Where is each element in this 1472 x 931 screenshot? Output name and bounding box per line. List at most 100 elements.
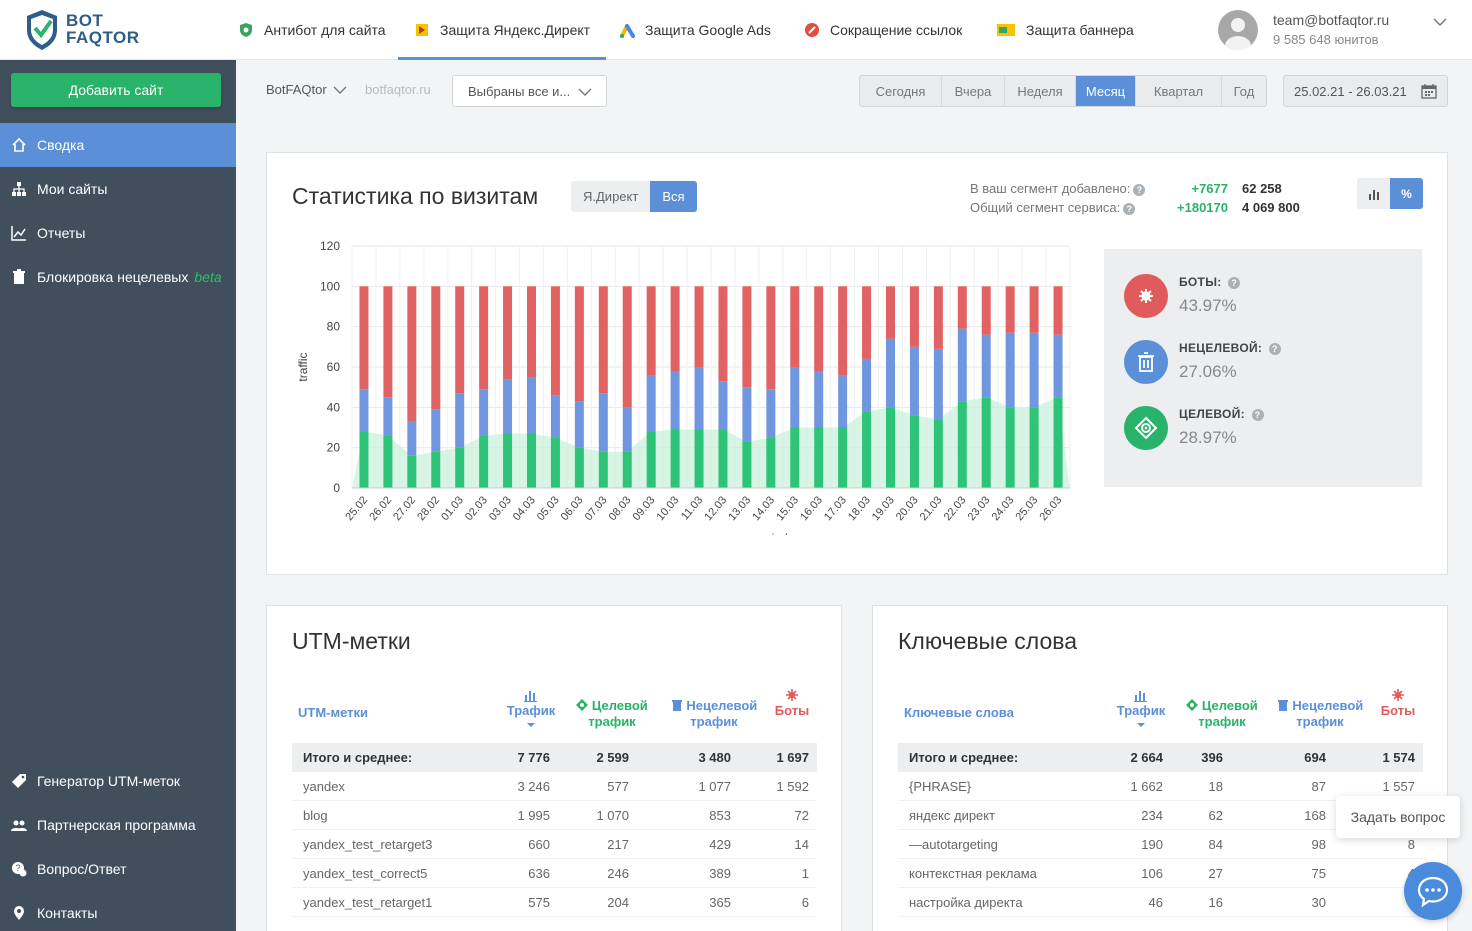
kw-col-nontarget-label: Нецелевой трафик xyxy=(1292,698,1364,729)
date-range-value: 25.02.21 - 26.03.21 xyxy=(1294,83,1407,99)
source-tab-all[interactable]: Вся xyxy=(650,181,697,212)
sidebar-item-label: Генератор UTM-меток xyxy=(37,773,181,789)
bar-segment xyxy=(407,455,417,488)
x-tick-label: 25.02 xyxy=(343,494,370,523)
sort-down-icon xyxy=(527,723,535,727)
sitemap-icon xyxy=(11,181,27,197)
date-range-picker[interactable]: 25.02.21 - 26.03.21 xyxy=(1283,75,1448,107)
help-icon[interactable]: ? xyxy=(1268,342,1281,355)
user-units: 9 585 648 юнитов xyxy=(1273,32,1379,47)
keywords-title: Ключевые слова xyxy=(898,628,1077,654)
domain-label[interactable]: botfaqtor.ru xyxy=(365,82,431,97)
shield-logo-icon xyxy=(27,10,57,50)
bar-segment xyxy=(1029,332,1039,408)
add-site-button[interactable]: Добавить сайт xyxy=(11,73,221,107)
bar-segment xyxy=(1053,334,1063,398)
nav-banner[interactable]: Защита баннера xyxy=(996,0,1134,60)
nav-shortlinks[interactable]: Сокращение ссылок xyxy=(804,0,962,60)
segment-totals: 62 258 4 069 800 xyxy=(1242,179,1300,217)
chevron-down-icon[interactable] xyxy=(1432,14,1448,30)
help-icon[interactable]: ? xyxy=(1251,408,1264,421)
kw-col-name[interactable]: Ключевые слова xyxy=(904,705,1014,721)
bar-segment xyxy=(574,286,584,402)
help-icon[interactable]: ? xyxy=(1123,202,1136,215)
x-tick-label: 27.02 xyxy=(391,494,418,523)
sidebar-item-my-sites[interactable]: Мои сайты xyxy=(0,167,236,211)
period-year[interactable]: Год xyxy=(1222,76,1266,106)
mode-percent-button[interactable]: % xyxy=(1390,178,1423,209)
utm-col-nontarget[interactable]: Нецелевой трафик xyxy=(666,698,762,730)
row-value: 6 xyxy=(801,895,809,910)
period-week[interactable]: Неделя xyxy=(1005,76,1076,106)
bar-segment xyxy=(622,451,632,488)
kw-col-target[interactable]: Целевой трафик xyxy=(1180,698,1264,730)
period-today[interactable]: Сегодня xyxy=(860,76,942,106)
user-email[interactable]: team@botfaqtor.ru xyxy=(1273,12,1389,28)
x-tick-label: 17.03 xyxy=(822,494,849,523)
bar-segment xyxy=(550,286,560,396)
utm-col-traffic[interactable]: Трафик xyxy=(504,688,558,729)
source-toggle: Я.Директ Вся xyxy=(571,181,697,212)
bar-segment xyxy=(790,286,800,367)
sidebar-item-faq[interactable]: ? Вопрос/Ответ xyxy=(0,847,236,891)
x-tick-label: 11.03 xyxy=(679,494,705,522)
period-yesterday[interactable]: Вчера xyxy=(942,76,1005,106)
sidebar-item-reports[interactable]: Отчеты xyxy=(0,211,236,255)
target-circle xyxy=(1124,406,1168,450)
row-label: yandex_test_retarget3 xyxy=(303,837,433,852)
row-label: настройка директа xyxy=(909,895,1023,910)
bar-segment xyxy=(694,286,704,367)
row-value: 204 xyxy=(607,895,629,910)
legend-panel: БОТЫ: ? 43.97% НЕЦЕЛЕВОЙ: ? 27.06% ЦЕЛЕВ… xyxy=(1104,249,1422,487)
bar-segment xyxy=(359,431,369,488)
google-ads-icon xyxy=(619,22,635,38)
bar-segment xyxy=(646,431,656,488)
row-value: 636 xyxy=(528,866,550,881)
kw-col-nontarget[interactable]: Нецелевой трафик xyxy=(1272,698,1368,730)
utm-col-target[interactable]: Целевой трафик xyxy=(570,698,654,730)
y-tick-label: 80 xyxy=(327,320,341,334)
sidebar-item-blocking[interactable]: Блокировка нецелевых beta xyxy=(0,255,236,299)
source-tab-yandex-direct[interactable]: Я.Директ xyxy=(571,181,651,212)
bots-label: БОТЫ: xyxy=(1179,275,1222,289)
segments-select[interactable]: Выбраны все и... xyxy=(452,75,607,107)
sidebar-item-partners[interactable]: Партнерская программа xyxy=(0,803,236,847)
period-quarter[interactable]: Квартал xyxy=(1136,76,1222,106)
beta-badge: beta xyxy=(194,269,222,285)
bar-segment xyxy=(790,427,800,488)
ask-question-tooltip[interactable]: Задать вопрос xyxy=(1336,796,1460,838)
sidebar-item-summary[interactable]: Сводка xyxy=(0,123,236,167)
row-value: 7 776 xyxy=(517,750,550,765)
help-icon[interactable]: ? xyxy=(1228,276,1241,289)
avatar[interactable] xyxy=(1218,10,1258,50)
nav-antibot[interactable]: Антибот для сайта xyxy=(238,0,386,60)
row-value: 234 xyxy=(1141,808,1163,823)
help-icon[interactable]: ? xyxy=(1133,183,1146,196)
bar-segment xyxy=(383,435,393,488)
bar-segment xyxy=(742,387,752,442)
nav-yandex-direct[interactable]: Защита Яндекс.Директ xyxy=(398,0,607,60)
period-month[interactable]: Месяц xyxy=(1076,76,1136,106)
x-tick-label: 24.03 xyxy=(990,494,1017,523)
calendar-icon xyxy=(1421,84,1437,99)
kw-col-bots[interactable]: Боты xyxy=(1376,688,1420,719)
account-select[interactable]: BotFAQtor xyxy=(266,82,347,97)
sidebar-item-contacts[interactable]: Контакты xyxy=(0,891,236,931)
logo[interactable]: BOT FAQTOR xyxy=(24,8,154,52)
x-tick-label: 05.03 xyxy=(535,494,562,523)
x-tick-label: 01.03 xyxy=(439,494,466,523)
visits-stats-card: Статистика по визитам Я.Директ Вся В ваш… xyxy=(266,152,1448,575)
chat-button[interactable] xyxy=(1404,862,1462,920)
bar-segment xyxy=(670,286,680,372)
sidebar-item-label: Блокировка нецелевых xyxy=(37,269,189,285)
row-value: 853 xyxy=(709,808,731,823)
bar-segment xyxy=(431,451,441,488)
mode-bar-chart-button[interactable] xyxy=(1357,178,1390,209)
utm-col-bots[interactable]: Боты xyxy=(770,688,814,719)
nav-label: Защита Яндекс.Директ xyxy=(440,22,591,38)
sidebar-item-utm-generator[interactable]: Генератор UTM-меток xyxy=(0,759,236,803)
nav-google-ads[interactable]: Защита Google Ads xyxy=(619,0,771,60)
kw-col-traffic[interactable]: Трафик xyxy=(1114,688,1168,729)
nontarget-label-row: НЕЦЕЛЕВОЙ: ? xyxy=(1179,341,1281,355)
utm-col-name[interactable]: UTM-метки xyxy=(298,705,368,721)
